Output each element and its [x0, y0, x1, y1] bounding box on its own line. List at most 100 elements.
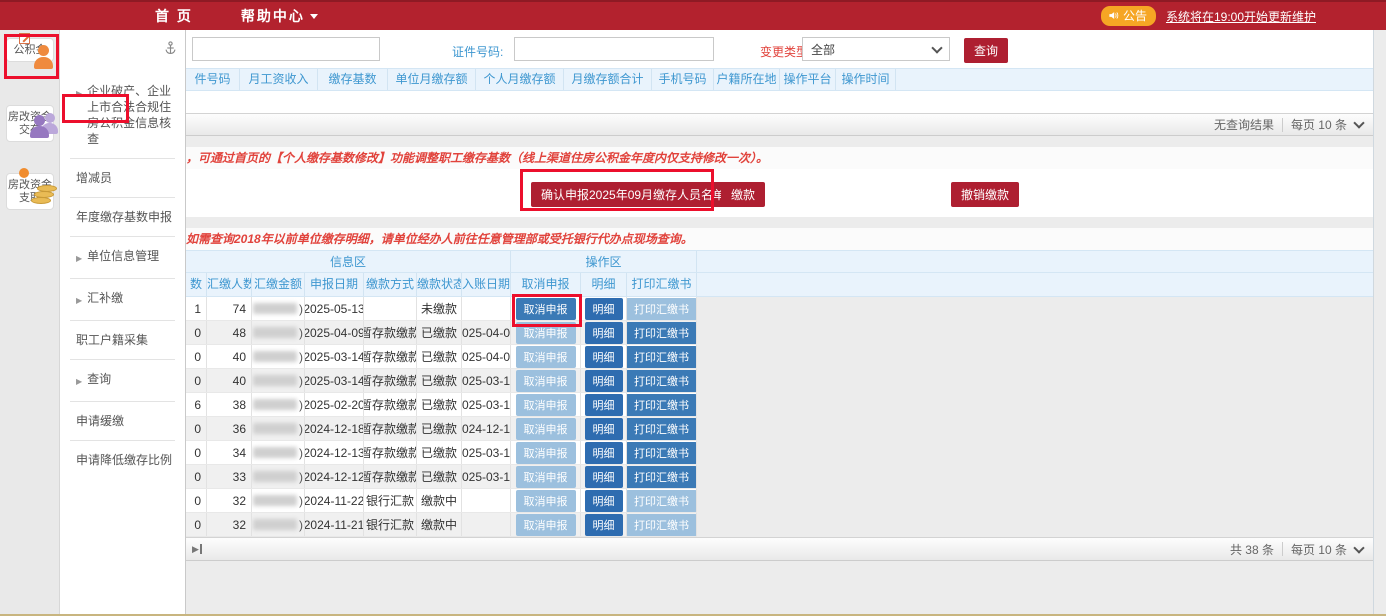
detail-button[interactable]: 明细 — [585, 514, 623, 536]
masked-amount-suffix: ) — [299, 326, 303, 340]
remit-amount-cell: ) — [252, 345, 305, 368]
print-remit-button[interactable]: 打印汇缴书 — [627, 466, 697, 488]
masked-amount — [253, 351, 297, 362]
chevron-right-icon: ▶ — [76, 293, 82, 309]
action-cell: 打印汇缴书 — [627, 297, 697, 320]
last-page-button[interactable]: ▶ — [192, 544, 202, 555]
masked-amount — [253, 495, 297, 506]
detail-button[interactable]: 明细 — [585, 490, 623, 512]
pay-method-cell: 暂存款缴款 — [364, 393, 417, 416]
group-header-ops: 操作区 — [511, 251, 697, 272]
action-cell: 取消申报 — [511, 417, 581, 440]
masked-amount-suffix: ) — [299, 470, 303, 484]
cancel-declare-button[interactable]: 取消申报 — [516, 298, 576, 320]
action-cell: 明细 — [581, 369, 627, 392]
anchor-pin-icon[interactable] — [164, 40, 177, 61]
detail-button[interactable]: 明细 — [585, 346, 623, 368]
action-cell: 取消申报 — [511, 321, 581, 344]
menu-item-3[interactable]: ▶单位信息管理 — [60, 237, 185, 278]
nav-help-center[interactable]: 帮助中心 — [241, 6, 318, 26]
detail-button[interactable]: 明细 — [585, 418, 623, 440]
print-remit-button[interactable]: 打印汇缴书 — [627, 394, 697, 416]
hidden-label-input[interactable] — [192, 37, 380, 61]
page-size-select[interactable]: 每页 10 条 — [1291, 116, 1347, 133]
masked-amount — [253, 471, 297, 482]
total-count-text: 共 38 条 — [1230, 541, 1274, 558]
cancel-pay-button[interactable]: 撤销缴款 — [951, 182, 1019, 207]
column-header: 明细 — [581, 273, 627, 296]
menu-item-2[interactable]: 年度缴存基数申报 — [60, 198, 185, 236]
detail-button[interactable]: 明细 — [585, 466, 623, 488]
remit-table-pagination: ▶ 共 38 条 每页 10 条 — [186, 537, 1373, 561]
menu-item-label: 汇补缴 — [87, 290, 123, 309]
print-remit-button[interactable]: 打印汇缴书 — [627, 370, 697, 392]
search-button[interactable]: 查询 — [964, 38, 1008, 63]
menu-item-5[interactable]: 职工户籍采集 — [60, 321, 185, 359]
action-cell: 打印汇缴书 — [627, 441, 697, 464]
detail-button[interactable]: 明细 — [585, 298, 623, 320]
menu-item-6[interactable]: ▶查询 — [60, 360, 185, 401]
pay-method-cell: 暂存款缴款 — [364, 345, 417, 368]
remit-table-header: 数汇缴人数汇缴金额申报日期缴款方式缴款状态入账日期取消申报明细打印汇缴书 — [186, 272, 1373, 297]
sidebar-item-fanggai-zhiqu[interactable]: 房改资金支取 — [6, 173, 54, 210]
pay-button[interactable]: 缴款 — [721, 182, 765, 207]
action-cell: 取消申报 — [511, 465, 581, 488]
group-header-info: 信息区 — [186, 251, 511, 272]
column-header: 件号码 — [186, 69, 240, 90]
sidebar-item-fanggai-jiaocun[interactable]: 房改资金交存 — [6, 105, 54, 142]
pay-status-cell: 未缴款 — [417, 297, 462, 320]
table-row: 036)2024-12-18暂存款缴款已缴款2024-12-18取消申报明细打印… — [186, 417, 697, 441]
result-table-header: 件号码月工资收入缴存基数单位月缴存额个人月缴存额月缴存额合计手机号码户籍所在地操… — [186, 68, 1373, 91]
print-remit-button[interactable]: 打印汇缴书 — [627, 346, 697, 368]
column-header: 缴款方式 — [364, 273, 417, 296]
declare-date-cell: 2024-12-13 — [305, 441, 364, 464]
id-number-input[interactable] — [514, 37, 714, 61]
cancel-declare-button: 取消申报 — [516, 490, 576, 512]
pay-status-cell: 已缴款 — [417, 369, 462, 392]
menu-item-1[interactable]: 增减员 — [60, 159, 185, 197]
declare-date-cell: 2025-05-13 — [305, 297, 364, 320]
masked-amount — [253, 519, 297, 530]
menu-item-7[interactable]: 申请缓缴 — [60, 402, 185, 440]
remit-amount-cell: ) — [252, 297, 305, 320]
menu-item-4[interactable]: ▶ 汇补缴 — [60, 279, 185, 320]
remit-amount-cell: ) — [252, 321, 305, 344]
nav-home[interactable]: 首 页 — [155, 6, 193, 26]
confirm-declare-button[interactable]: 确认申报2025年09月缴存人员名单 — [531, 182, 735, 207]
cancel-declare-button: 取消申报 — [516, 466, 576, 488]
page-size-select[interactable]: 每页 10 条 — [1291, 541, 1347, 558]
sidebar-item-gongjijin[interactable]: 公积金 — [6, 38, 54, 62]
pay-method-cell: 暂存款缴款 — [364, 417, 417, 440]
remit-count-cell: 34 — [207, 441, 252, 464]
speaker-icon — [1108, 10, 1119, 21]
declare-date-cell: 2025-03-14 — [305, 345, 364, 368]
change-type-select[interactable]: 全部 — [802, 37, 950, 61]
table-row: 034)2024-12-13暂存款缴款已缴款2025-03-14取消申报明细打印… — [186, 441, 697, 465]
batch-num-cell: 0 — [186, 513, 207, 536]
detail-button[interactable]: 明细 — [585, 322, 623, 344]
column-header: 打印汇缴书 — [627, 273, 697, 296]
entry-date-cell — [462, 489, 511, 512]
menu-item-0[interactable]: ▶企业破产、企业上市合法合规住房公积金信息核查 — [60, 72, 185, 158]
action-cell: 打印汇缴书 — [627, 465, 697, 488]
print-remit-button[interactable]: 打印汇缴书 — [627, 322, 697, 344]
print-remit-button[interactable]: 打印汇缴书 — [627, 418, 697, 440]
detail-button[interactable]: 明细 — [585, 370, 623, 392]
remit-count-cell: 40 — [207, 369, 252, 392]
action-cell: 打印汇缴书 — [627, 345, 697, 368]
masked-amount-suffix: ) — [299, 518, 303, 532]
masked-amount — [253, 399, 297, 410]
column-header: 单位月缴存额 — [388, 69, 476, 90]
notice-link[interactable]: 系统将在19:00开始更新维护 — [1166, 8, 1316, 25]
detail-button[interactable]: 明细 — [585, 442, 623, 464]
table-row: 040)2025-03-14暂存款缴款已缴款2025-04-09取消申报明细打印… — [186, 345, 697, 369]
print-remit-button[interactable]: 打印汇缴书 — [627, 442, 697, 464]
history-query-notice: 如需查询2018年以前单位缴存明细，请单位经办人前往任意管理部或受托银行代办点现… — [186, 228, 1373, 250]
print-remit-button: 打印汇缴书 — [627, 490, 697, 512]
chevron-down-icon — [931, 42, 942, 53]
column-header: 个人月缴存额 — [476, 69, 564, 90]
pay-status-cell: 已缴款 — [417, 441, 462, 464]
detail-button[interactable]: 明细 — [585, 394, 623, 416]
menu-item-8[interactable]: 申请降低缴存比例 — [60, 441, 185, 479]
no-result-text: 无查询结果 — [1214, 116, 1274, 133]
